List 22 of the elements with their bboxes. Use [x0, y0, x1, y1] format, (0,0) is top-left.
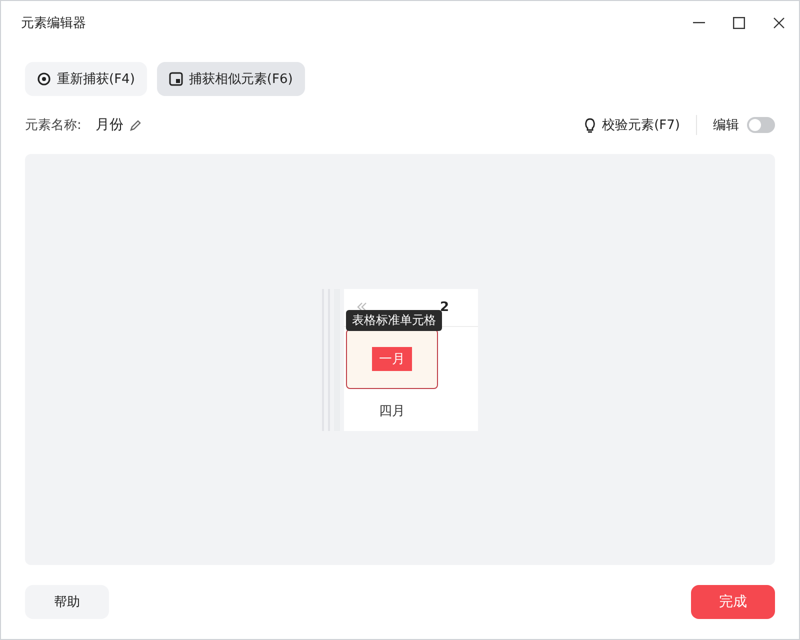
close-icon[interactable]	[773, 17, 785, 29]
capture-button[interactable]: 重新捕获(F4)	[25, 62, 147, 96]
pencil-icon[interactable]	[129, 118, 142, 132]
capture-icon	[37, 72, 51, 86]
month-cell[interactable]: 四月	[344, 390, 440, 430]
minimize-icon[interactable]	[693, 22, 705, 24]
edit-toggle[interactable]	[747, 117, 775, 133]
done-button[interactable]: 完成	[691, 585, 775, 619]
help-button[interactable]: 帮助	[25, 585, 109, 619]
toggle-label: 编辑	[713, 117, 739, 134]
year-label: 2	[440, 300, 450, 314]
validate-button[interactable]: 校验元素(F7)	[584, 116, 680, 134]
tooltip: 表格标准单元格	[346, 310, 442, 330]
window-title: 元素编辑器	[21, 15, 87, 32]
frame-icon	[168, 72, 183, 86]
capture-button[interactable]: 捕获相似元素(F6)	[156, 62, 305, 96]
field-label: 元素名称:	[25, 117, 82, 134]
double-chevron-icon	[356, 302, 368, 312]
month-cell[interactable]: 一月	[346, 328, 438, 388]
lightbulb-icon	[584, 118, 596, 132]
element-name: 月份	[95, 116, 124, 134]
maximize-icon[interactable]	[733, 17, 745, 29]
